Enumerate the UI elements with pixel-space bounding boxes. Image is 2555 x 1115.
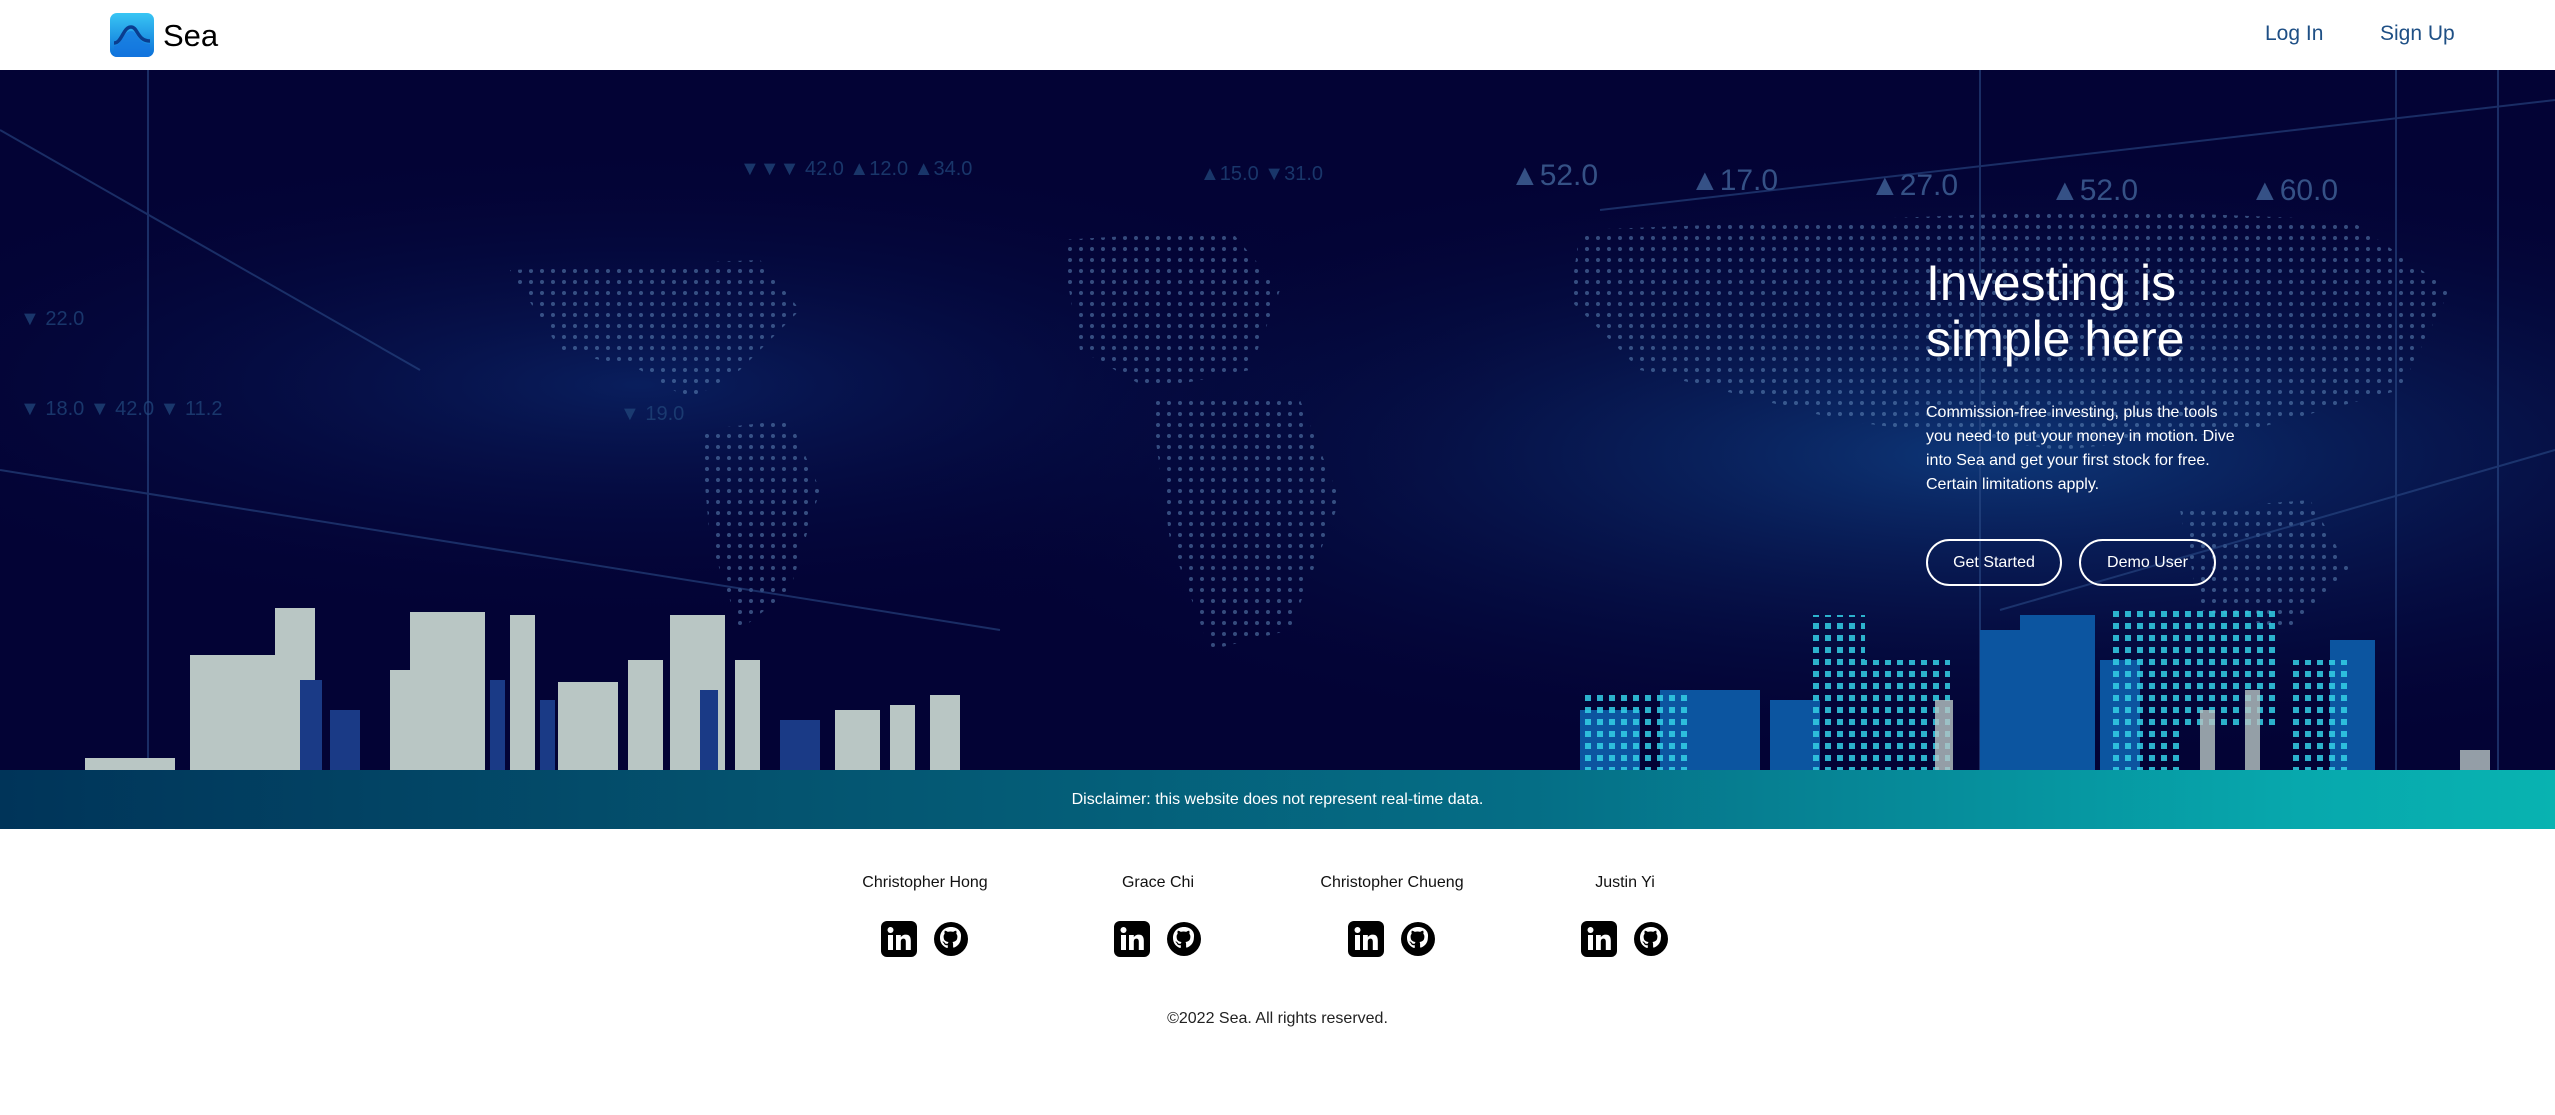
brand-name: Sea [163, 17, 219, 53]
wave-logo-icon [110, 13, 154, 57]
svg-text:▲52.0: ▲52.0 [1510, 159, 1598, 192]
member-name: Justin Yi [1595, 874, 1655, 891]
get-started-button[interactable]: Get Started [1926, 539, 2062, 586]
signup-link[interactable]: Sign Up [2380, 20, 2455, 48]
github-icon[interactable] [1166, 921, 1202, 957]
team-member: Christopher Hong [825, 872, 1025, 957]
svg-text:▲52.0: ▲52.0 [2050, 174, 2138, 207]
hero-button-row: Get Started Demo User [1926, 539, 2256, 586]
hero-banner: ▲52.0 ▲17.0 ▲27.0 ▲52.0 ▲60.0 ▼▼▼ 42.0 ▲… [0, 70, 2555, 770]
top-navbar: Sea Log In Sign Up [0, 0, 2555, 70]
linkedin-icon[interactable] [1581, 921, 1617, 957]
member-links [1058, 921, 1258, 957]
team-member: Christopher Chueng [1292, 872, 1492, 957]
svg-text:▲15.0 ▼31.0: ▲15.0 ▼31.0 [1200, 163, 1323, 185]
github-icon[interactable] [1633, 921, 1669, 957]
svg-text:▼▼▼ 42.0 ▲12.0 ▲34.0: ▼▼▼ 42.0 ▲12.0 ▲34.0 [740, 158, 972, 180]
team-member: Justin Yi [1525, 872, 1725, 957]
member-name: Grace Chi [1121, 874, 1195, 891]
member-links [1292, 921, 1492, 957]
github-icon[interactable] [933, 921, 969, 957]
hero-content: Investing is simple here Commission-free… [1926, 255, 2256, 586]
linkedin-icon[interactable] [1348, 921, 1384, 957]
svg-text:▲17.0: ▲17.0 [1690, 164, 1778, 197]
svg-text:▼ 22.0: ▼ 22.0 [20, 308, 84, 330]
hero-title: Investing is simple here [1926, 255, 2185, 367]
hero-description: Commission-free investing, plus the tool… [1926, 404, 2235, 493]
github-icon[interactable] [1400, 921, 1436, 957]
team-member: Grace Chi [1058, 872, 1258, 957]
member-name: Christopher Hong [862, 874, 988, 891]
svg-text:▼ 19.0: ▼ 19.0 [620, 403, 684, 425]
demo-user-button[interactable]: Demo User [2079, 539, 2216, 586]
copyright-text: ©2022 Sea. All rights reserved. [1167, 1010, 1388, 1027]
linkedin-icon[interactable] [881, 921, 917, 957]
member-links [825, 921, 1025, 957]
login-link[interactable]: Log In [2265, 20, 2323, 48]
disclaimer-banner: Disclaimer: this website does not repres… [0, 770, 2555, 829]
member-links [1525, 921, 1725, 957]
linkedin-icon[interactable] [1114, 921, 1150, 957]
brand-logo-link[interactable]: Sea [110, 13, 218, 57]
svg-text:▲60.0: ▲60.0 [2250, 174, 2338, 207]
svg-text:▼ 18.0 ▼ 42.0 ▼ 11.2: ▼ 18.0 ▼ 42.0 ▼ 11.2 [20, 398, 222, 420]
member-name: Christopher Chueng [1320, 874, 1464, 891]
